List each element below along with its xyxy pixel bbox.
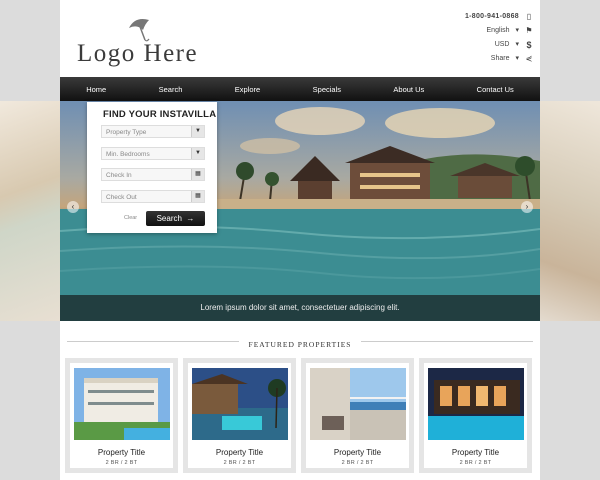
property-card[interactable]: Property Title 2 BR / 2 BT (419, 358, 532, 473)
nav-item-contact-us[interactable]: Contact Us (469, 85, 522, 94)
umbrella-icon (129, 19, 150, 42)
caret-down-icon: ▾ (515, 55, 519, 62)
check-out-placeholder: Check Out (106, 194, 137, 201)
chevron-left-icon[interactable]: ‹ (67, 201, 79, 213)
dollar-icon: $ (526, 40, 532, 50)
property-meta: 2 BR / 2 BT (341, 460, 374, 466)
property-image (74, 368, 170, 440)
hero-right-preview (540, 101, 600, 321)
logo-text: Logo Here (77, 40, 199, 67)
logo[interactable]: Logo Here (77, 16, 207, 67)
nav-item-search[interactable]: Search (151, 85, 191, 94)
main-nav: Home Search Explore Specials About Us Co… (60, 77, 540, 101)
property-meta: 2 BR / 2 BT (223, 460, 256, 466)
check-in-field[interactable]: Check In ▦ (101, 168, 205, 181)
bedrooms-label: Min. Bedrooms (106, 151, 150, 158)
featured-cards: Property Title 2 BR / 2 BT Property Titl… (65, 358, 537, 480)
property-card[interactable]: Property Title 2 BR / 2 BT (65, 358, 178, 473)
caret-down-icon: ▼ (191, 148, 204, 159)
share-label: Share (490, 55, 510, 62)
chevron-right-icon[interactable]: › (521, 201, 533, 213)
phone-icon: ▯ (526, 12, 532, 21)
featured-title: FEATURED PROPERTIES (238, 340, 362, 349)
page: Logo Here 1-800-941-0868 ▯ English ▾ ⚑ U… (60, 0, 540, 480)
nav-item-explore[interactable]: Explore (227, 85, 268, 94)
property-title: Property Title (97, 448, 146, 457)
share-button[interactable]: Share ▾ ⋞ (465, 52, 533, 66)
language-selector[interactable]: English ▾ ⚑ (465, 24, 533, 38)
property-card[interactable]: Property Title 2 BR / 2 BT (183, 358, 296, 473)
property-card-inner: Property Title 2 BR / 2 BT (306, 363, 409, 468)
phone-number: 1-800-941-0868 (464, 13, 519, 20)
search-button-label: Search (156, 214, 182, 223)
property-type-select[interactable]: Property Type ▼ (101, 125, 205, 138)
language-label: English (486, 27, 510, 34)
property-card-inner: Property Title 2 BR / 2 BT (424, 363, 527, 468)
property-title: Property Title (451, 448, 500, 457)
bedrooms-select[interactable]: Min. Bedrooms ▼ (101, 147, 205, 160)
calendar-icon[interactable]: ▦ (191, 169, 204, 180)
phone-row[interactable]: 1-800-941-0868 ▯ (465, 10, 533, 24)
property-image (310, 368, 406, 440)
check-out-field[interactable]: Check Out ▦ (101, 190, 205, 203)
property-image (192, 368, 288, 440)
property-card-inner: Property Title 2 BR / 2 BT (188, 363, 291, 468)
search-button[interactable]: Search → (146, 211, 205, 226)
flag-icon: ⚑ (525, 26, 533, 35)
caret-down-icon: ▾ (515, 41, 519, 48)
caret-down-icon: ▾ (515, 27, 519, 34)
currency-selector[interactable]: USD ▾ $ (465, 38, 533, 52)
hero-caption: Lorem ipsum dolor sit amet, consectetuer… (60, 295, 540, 321)
property-card-inner: Property Title 2 BR / 2 BT (70, 363, 173, 468)
featured-header: FEATURED PROPERTIES (60, 334, 540, 352)
property-image (428, 368, 524, 440)
property-meta: 2 BR / 2 BT (459, 460, 492, 466)
nav-item-about-us[interactable]: About Us (385, 85, 432, 94)
calendar-icon[interactable]: ▦ (191, 191, 204, 202)
property-title: Property Title (215, 448, 264, 457)
nav-item-specials[interactable]: Specials (305, 85, 349, 94)
search-panel: FIND YOUR INSTAVILLA Property Type ▼ Min… (87, 102, 217, 233)
share-icon: ⋞ (525, 54, 533, 63)
hero-left-preview (0, 101, 60, 321)
caret-down-icon: ▼ (191, 126, 204, 137)
property-type-label: Property Type (106, 129, 147, 136)
check-in-placeholder: Check In (106, 172, 132, 179)
property-title: Property Title (333, 448, 382, 457)
header-utilities: 1-800-941-0868 ▯ English ▾ ⚑ USD ▾ $ Sha… (465, 10, 533, 66)
nav-item-home[interactable]: Home (78, 85, 114, 94)
clear-link[interactable]: Clear (124, 215, 137, 221)
search-title: FIND YOUR INSTAVILLA (103, 109, 217, 120)
property-meta: 2 BR / 2 BT (105, 460, 138, 466)
property-card[interactable]: Property Title 2 BR / 2 BT (301, 358, 414, 473)
currency-label: USD (494, 41, 510, 48)
arrow-right-icon: → (184, 214, 195, 223)
